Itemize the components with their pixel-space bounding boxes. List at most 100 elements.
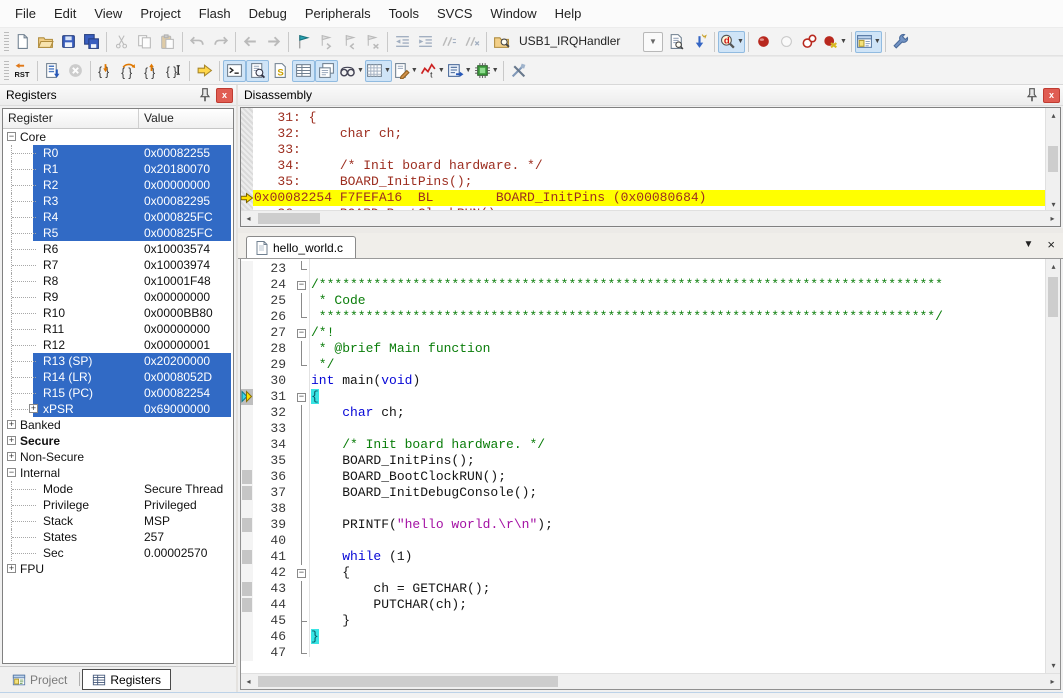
bookmark-next-button[interactable]	[315, 31, 338, 53]
save-button[interactable]	[57, 31, 80, 53]
executable-line-mark[interactable]	[242, 518, 252, 532]
fold-collapse-icon[interactable]: −	[297, 569, 306, 578]
toolbar-grip[interactable]	[4, 61, 9, 81]
fold-margin[interactable]	[295, 597, 308, 613]
fold-margin[interactable]	[295, 613, 308, 629]
run-button[interactable]	[41, 60, 64, 82]
register-row-internal[interactable]: −Internal	[3, 465, 233, 481]
breakpoint-gutter[interactable]	[241, 453, 253, 469]
comment-button[interactable]	[437, 31, 460, 53]
reset-button[interactable]: RST	[11, 60, 34, 82]
register-row-r7[interactable]: R70x10003974	[3, 257, 233, 273]
serial-window-dropdown-icon[interactable]: ▼	[411, 67, 418, 74]
tree-expand-icon[interactable]: +	[7, 452, 16, 461]
executable-line-mark[interactable]	[242, 550, 252, 564]
register-row-banked[interactable]: +Banked	[3, 417, 233, 433]
pin-icon[interactable]	[197, 88, 213, 103]
menu-file[interactable]: File	[6, 1, 45, 26]
breakpoint-gutter[interactable]	[241, 373, 253, 389]
indent-button[interactable]	[414, 31, 437, 53]
editor-vscrollbar[interactable]: ▴ ▾	[1045, 259, 1060, 673]
run-to-cursor-button[interactable]: { }	[163, 60, 186, 82]
bp-enable-button[interactable]	[775, 31, 798, 53]
fold-margin[interactable]	[295, 341, 308, 357]
tree-collapse-icon[interactable]: −	[7, 132, 16, 141]
menu-debug[interactable]: Debug	[240, 1, 296, 26]
fold-margin[interactable]	[295, 485, 308, 501]
fold-margin[interactable]	[295, 501, 308, 517]
uncomment-button[interactable]	[460, 31, 483, 53]
register-row-r2[interactable]: R20x00000000	[3, 177, 233, 193]
menu-window[interactable]: Window	[481, 1, 545, 26]
configure-button[interactable]	[889, 31, 912, 53]
register-row-privilege[interactable]: PrivilegePrivileged	[3, 497, 233, 513]
close-icon[interactable]: x	[216, 88, 233, 103]
fold-margin[interactable]	[295, 405, 308, 421]
menu-flash[interactable]: Flash	[190, 1, 240, 26]
command-window-button[interactable]	[223, 60, 246, 82]
breakpoint-gutter[interactable]	[241, 325, 253, 341]
step-over-button[interactable]: { }	[117, 60, 140, 82]
register-row-r10[interactable]: R100x0000BB80	[3, 305, 233, 321]
register-row-r9[interactable]: R90x00000000	[3, 289, 233, 305]
disassembly-window-button[interactable]	[246, 60, 269, 82]
fold-margin[interactable]	[295, 533, 308, 549]
fold-margin[interactable]	[295, 645, 308, 661]
breakpoint-gutter[interactable]	[241, 501, 253, 517]
column-register[interactable]: Register	[3, 109, 139, 128]
menu-svcs[interactable]: SVCS	[428, 1, 481, 26]
window-layout-dropdown-icon[interactable]: ▼	[874, 38, 881, 45]
save-all-button[interactable]	[80, 31, 103, 53]
incremental-find-button[interactable]	[688, 31, 711, 53]
bp-kill-all-button[interactable]: ▼	[821, 31, 848, 53]
fold-margin[interactable]	[295, 549, 308, 565]
undo-button[interactable]	[186, 31, 209, 53]
disassembly-vscrollbar[interactable]: ▴ ▾	[1045, 108, 1060, 212]
memory-window-button[interactable]: ▼	[365, 60, 392, 82]
fold-margin[interactable]	[295, 357, 308, 373]
toolbar-grip[interactable]	[4, 32, 9, 52]
stop-button[interactable]	[64, 60, 87, 82]
executable-line-mark[interactable]	[242, 582, 252, 596]
trace-window-button[interactable]: ▼	[446, 60, 473, 82]
menu-view[interactable]: View	[85, 1, 131, 26]
register-row-r8[interactable]: R80x10001F48	[3, 273, 233, 289]
column-value[interactable]: Value	[139, 109, 174, 128]
tree-expand-icon[interactable]: +	[7, 436, 16, 445]
system-viewer-dropdown-icon[interactable]: ▼	[492, 67, 499, 74]
executable-line-mark[interactable]	[242, 486, 252, 500]
debug-session-dropdown-icon[interactable]: ▼	[737, 38, 744, 45]
fold-margin[interactable]	[295, 581, 308, 597]
breakpoint-gutter[interactable]	[241, 261, 253, 277]
fold-margin[interactable]	[295, 629, 308, 645]
nav-forward-button[interactable]	[262, 31, 285, 53]
breakpoint-gutter[interactable]	[241, 533, 253, 549]
fold-margin[interactable]	[295, 517, 308, 533]
register-row-r0[interactable]: R00x00082255	[3, 145, 233, 161]
memory-window-dropdown-icon[interactable]: ▼	[384, 67, 391, 74]
fold-collapse-icon[interactable]: −	[297, 281, 306, 290]
system-viewer-button[interactable]: ▼	[473, 60, 500, 82]
breakpoint-gutter[interactable]	[241, 581, 253, 597]
breakpoint-gutter[interactable]	[241, 469, 253, 485]
fold-margin[interactable]	[295, 453, 308, 469]
show-next-button[interactable]	[193, 60, 216, 82]
redo-button[interactable]	[209, 31, 232, 53]
breakpoint-gutter[interactable]	[241, 485, 253, 501]
debug-session-button[interactable]: d▼	[718, 31, 745, 53]
close-icon[interactable]: x	[1043, 88, 1060, 103]
fold-margin[interactable]: −	[295, 325, 308, 341]
bookmark-prev-button[interactable]	[338, 31, 361, 53]
unindent-button[interactable]	[391, 31, 414, 53]
watch-window-dropdown-icon[interactable]: ▼	[357, 67, 364, 74]
register-row-sec[interactable]: Sec0.00002570	[3, 545, 233, 561]
find-doc-button[interactable]	[665, 31, 688, 53]
fold-collapse-icon[interactable]: −	[297, 329, 306, 338]
serial-window-button[interactable]: ▼	[392, 60, 419, 82]
register-row-r11[interactable]: R110x00000000	[3, 321, 233, 337]
breakpoint-gutter[interactable]	[241, 421, 253, 437]
editor-hscrollbar[interactable]: ◂ ▸	[241, 673, 1060, 689]
register-row-r4[interactable]: R40x000825FC	[3, 209, 233, 225]
fold-margin[interactable]	[295, 373, 308, 389]
fold-margin[interactable]	[295, 437, 308, 453]
